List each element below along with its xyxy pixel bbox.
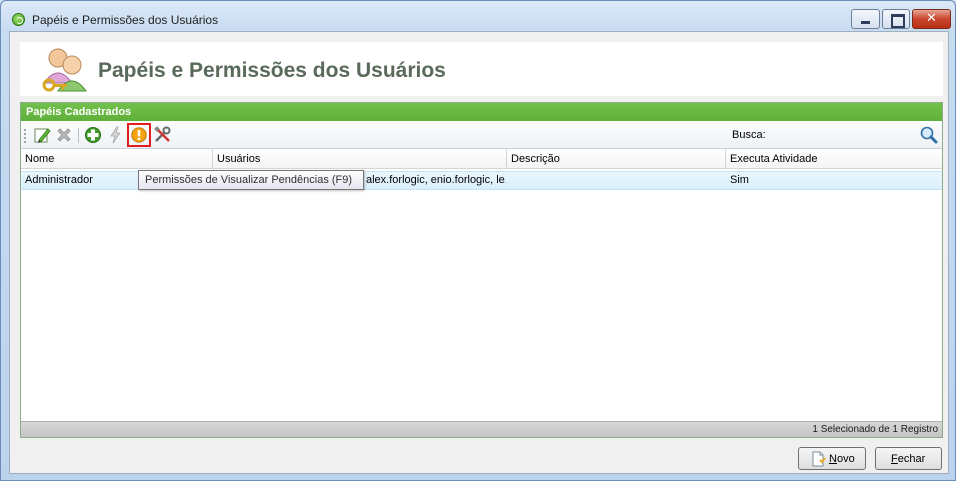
close-button[interactable]: ✕ [912,9,951,29]
roles-grid[interactable]: Nome Usuários Descrição Executa Atividad… [21,149,942,421]
cell-usuarios: alex.forlogic, enio.forlogic, le... [366,174,506,186]
minimize-button[interactable] [851,9,880,29]
search-input[interactable] [768,124,940,146]
column-header-executa-atividade[interactable]: Executa Atividade [726,149,942,169]
status-bar: 1 Selecionado de 1 Registro [21,421,942,437]
header-panel: Papéis e Permissões dos Usuários [20,42,943,96]
delete-icon[interactable] [54,125,74,145]
fechar-button[interactable]: Fechar [875,447,942,470]
cell-nome: Administrador [25,174,93,186]
column-header-descricao[interactable]: Descrição [507,149,726,169]
app-icon [12,13,25,26]
status-text: 1 Selecionado de 1 Registro [812,424,938,435]
users-key-icon [42,48,87,92]
search-icon[interactable] [919,125,939,145]
new-document-icon [812,451,826,467]
tools-icon[interactable] [153,125,173,145]
add-icon[interactable] [83,125,103,145]
column-header-usuarios[interactable]: Usuários [213,149,507,169]
toolbar: Busca: [21,121,942,149]
main-window: Papéis e Permissões dos Usuários ✕ Papéi… [0,0,956,481]
window-title: Papéis e Permissões dos Usuários [32,13,219,27]
novo-button[interactable]: Novo [798,447,866,470]
grid-header: Nome Usuários Descrição Executa Atividad… [21,149,942,169]
toolbar-separator [78,128,79,143]
novo-label: Novo [829,453,855,465]
edit-icon[interactable] [32,125,52,145]
column-header-nome[interactable]: Nome [21,149,213,169]
client-area: Papéis e Permissões dos Usuários Papéis … [9,31,949,474]
search-label: Busca: [732,129,766,141]
warning-permission-icon [131,127,147,143]
lightning-icon[interactable] [106,125,126,145]
fechar-label: Fechar [891,453,926,465]
close-icon: ✕ [926,11,937,26]
cell-executa-atividade: Sim [730,174,749,186]
tooltip: Permissões de Visualizar Pendências (F9) [138,170,364,190]
toolbar-grip[interactable] [24,128,26,143]
group-title: Papéis Cadastrados [21,103,942,121]
roles-group: Papéis Cadastrados Busca: Nome Usuários … [20,102,943,438]
maximize-button[interactable] [882,9,910,29]
page-title: Papéis e Permissões dos Usuários [98,59,446,82]
permissions-pending-button[interactable] [127,123,151,147]
